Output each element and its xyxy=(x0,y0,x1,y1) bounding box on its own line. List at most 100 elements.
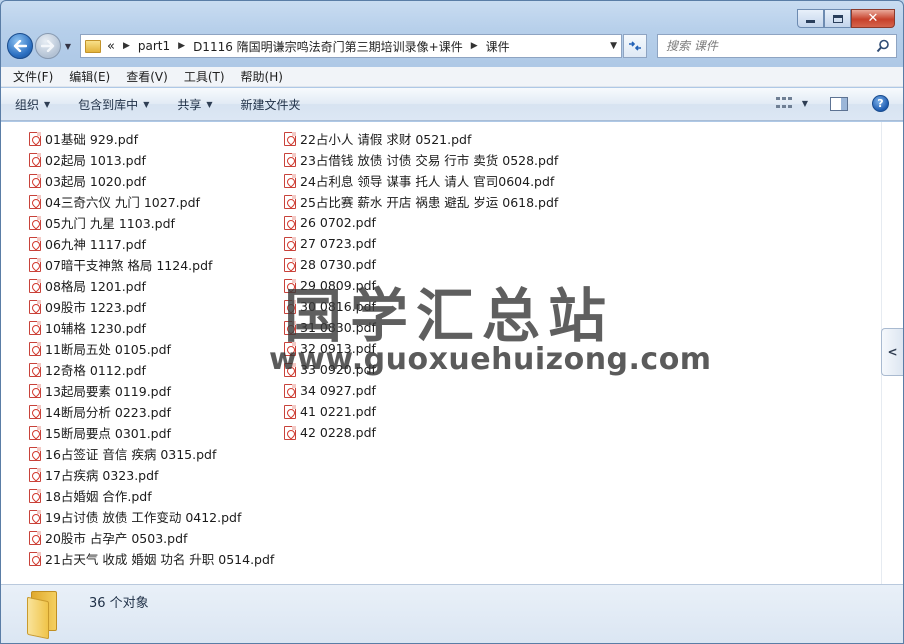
chevron-right-icon[interactable]: ▶ xyxy=(178,41,185,51)
file-name: 25占比赛 薪水 开店 祸患 避乱 岁运 0618.pdf xyxy=(300,195,559,210)
file-name: 22占小人 请假 求财 0521.pdf xyxy=(300,132,472,147)
new-folder-label: 新建文件夹 xyxy=(240,97,301,112)
file-name: 17占疾病 0323.pdf xyxy=(45,468,159,483)
navigation-pane-toggle-area: < xyxy=(881,122,903,584)
pdf-file-icon xyxy=(284,173,296,188)
navigation-bar: ▼ « ▶ part1 ▶ D1116 隋国明谦宗鸣法奇门第三期培训录像+课件 … xyxy=(7,31,897,61)
file-item[interactable]: 31 0830.pdf xyxy=(284,317,558,338)
file-item[interactable]: 13起局要素 0119.pdf xyxy=(29,380,274,401)
file-name: 09股市 1223.pdf xyxy=(45,300,146,315)
file-item[interactable]: 42 0228.pdf xyxy=(284,422,558,443)
breadcrumb-overflow[interactable]: « xyxy=(107,39,115,54)
file-item[interactable]: 25占比赛 薪水 开店 祸患 避乱 岁运 0618.pdf xyxy=(284,191,558,212)
change-view-icon[interactable] xyxy=(775,96,794,111)
file-item[interactable]: 09股市 1223.pdf xyxy=(29,296,274,317)
file-list: 01基础 929.pdf 02起局 1013.pdf 03起局 1020.pdf 04… xyxy=(1,122,881,584)
caption-buttons: ✕ xyxy=(797,9,895,29)
file-name: 31 0830.pdf xyxy=(300,320,376,335)
collapse-pane-button[interactable]: < xyxy=(881,328,903,376)
minimize-button[interactable] xyxy=(797,9,824,28)
file-item[interactable]: 41 0221.pdf xyxy=(284,401,558,422)
pdf-file-icon xyxy=(284,278,296,293)
help-icon[interactable]: ? xyxy=(872,95,889,112)
file-name: 21占天气 收成 婚姻 功名 升职 0514.pdf xyxy=(45,552,275,567)
file-item[interactable]: 29 0809.pdf xyxy=(284,275,558,296)
maximize-button[interactable] xyxy=(824,9,851,28)
pdf-file-icon xyxy=(29,320,41,335)
file-item[interactable]: 04三奇六仪 九门 1027.pdf xyxy=(29,191,274,212)
file-item[interactable]: 27 0723.pdf xyxy=(284,233,558,254)
search-icon[interactable] xyxy=(876,39,890,53)
file-item[interactable]: 05九门 九星 1103.pdf xyxy=(29,212,274,233)
file-item[interactable]: 14断局分析 0223.pdf xyxy=(29,401,274,422)
file-item[interactable]: 02起局 1013.pdf xyxy=(29,149,274,170)
preview-pane-icon[interactable] xyxy=(830,96,848,111)
file-item[interactable]: 19占讨债 放债 工作变动 0412.pdf xyxy=(29,506,274,527)
pdf-file-icon xyxy=(29,152,41,167)
file-item[interactable]: 10辅格 1230.pdf xyxy=(29,317,274,338)
file-item[interactable]: 22占小人 请假 求财 0521.pdf xyxy=(284,128,558,149)
file-item[interactable]: 32 0913.pdf xyxy=(284,338,558,359)
breadcrumb-current[interactable]: 课件 xyxy=(486,38,510,55)
file-item[interactable]: 15断局要点 0301.pdf xyxy=(29,422,274,443)
file-name: 04三奇六仪 九门 1027.pdf xyxy=(45,195,200,210)
menu-edit[interactable]: 编辑(E) xyxy=(69,68,110,85)
share-button[interactable]: 共享 ▼ xyxy=(177,96,212,113)
file-item[interactable]: 07暗干支神煞 格局 1124.pdf xyxy=(29,254,274,275)
file-item[interactable]: 30 0816.pdf xyxy=(284,296,558,317)
file-name: 29 0809.pdf xyxy=(300,278,376,293)
file-item[interactable]: 01基础 929.pdf xyxy=(29,128,274,149)
breadcrumb-course-folder[interactable]: D1116 隋国明谦宗鸣法奇门第三期培训录像+课件 xyxy=(193,38,463,55)
include-in-library-button[interactable]: 包含到库中 ▼ xyxy=(78,96,149,113)
organize-label: 组织 xyxy=(15,97,40,112)
views-dropdown-icon[interactable]: ▼ xyxy=(802,99,808,108)
pdf-file-icon xyxy=(29,509,41,524)
chevron-left-icon: < xyxy=(887,345,898,359)
recent-pages-dropdown[interactable]: ▼ xyxy=(62,42,74,51)
file-item[interactable]: 26 0702.pdf xyxy=(284,212,558,233)
file-item[interactable]: 24占利息 领导 谋事 托人 请人 官司0604.pdf xyxy=(284,170,558,191)
menu-file[interactable]: 文件(F) xyxy=(13,68,53,85)
file-item[interactable]: 03起局 1020.pdf xyxy=(29,170,274,191)
file-item[interactable]: 11断局五处 0105.pdf xyxy=(29,338,274,359)
chevron-right-icon[interactable]: ▶ xyxy=(123,41,130,51)
file-item[interactable]: 08格局 1201.pdf xyxy=(29,275,274,296)
file-item[interactable]: 12奇格 0112.pdf xyxy=(29,359,274,380)
address-dropdown-icon[interactable]: ▼ xyxy=(610,41,617,51)
file-item[interactable]: 06九神 1117.pdf xyxy=(29,233,274,254)
menu-view[interactable]: 查看(V) xyxy=(126,68,168,85)
refresh-icon xyxy=(629,41,641,51)
menu-tools[interactable]: 工具(T) xyxy=(184,68,225,85)
file-item[interactable]: 18占婚姻 合作.pdf xyxy=(29,485,274,506)
breadcrumb-part1[interactable]: part1 xyxy=(138,39,170,53)
address-bar[interactable]: « ▶ part1 ▶ D1116 隋国明谦宗鸣法奇门第三期培训录像+课件 ▶ … xyxy=(80,34,622,58)
close-button[interactable]: ✕ xyxy=(851,9,895,28)
forward-button[interactable] xyxy=(35,33,61,59)
file-name: 07暗干支神煞 格局 1124.pdf xyxy=(45,258,213,273)
file-item[interactable]: 33 0920.pdf xyxy=(284,359,558,380)
folder-icon xyxy=(27,591,63,640)
file-item[interactable]: 20股市 占孕产 0503.pdf xyxy=(29,527,274,548)
file-item[interactable]: 17占疾病 0323.pdf xyxy=(29,464,274,485)
file-item[interactable]: 21占天气 收成 婚姻 功名 升职 0514.pdf xyxy=(29,548,274,569)
search-input[interactable] xyxy=(666,39,856,53)
file-item[interactable]: 23占借钱 放债 讨债 交易 行市 卖货 0528.pdf xyxy=(284,149,558,170)
pdf-file-icon xyxy=(284,236,296,251)
file-name: 01基础 929.pdf xyxy=(45,132,138,147)
organize-button[interactable]: 组织 ▼ xyxy=(15,96,50,113)
file-item[interactable]: 16占签证 音信 疾病 0315.pdf xyxy=(29,443,274,464)
file-item[interactable]: 34 0927.pdf xyxy=(284,380,558,401)
refresh-button[interactable] xyxy=(623,34,647,58)
pdf-file-icon xyxy=(29,278,41,293)
file-item[interactable]: 28 0730.pdf xyxy=(284,254,558,275)
file-name: 42 0228.pdf xyxy=(300,425,376,440)
file-name: 13起局要素 0119.pdf xyxy=(45,384,171,399)
file-name: 26 0702.pdf xyxy=(300,215,376,230)
menu-help[interactable]: 帮助(H) xyxy=(241,68,283,85)
pdf-file-icon xyxy=(284,383,296,398)
chevron-right-icon[interactable]: ▶ xyxy=(471,41,478,51)
back-button[interactable] xyxy=(7,33,33,59)
new-folder-button[interactable]: 新建文件夹 xyxy=(241,96,301,113)
chevron-down-icon: ▼ xyxy=(143,99,150,109)
search-box[interactable] xyxy=(657,34,897,58)
